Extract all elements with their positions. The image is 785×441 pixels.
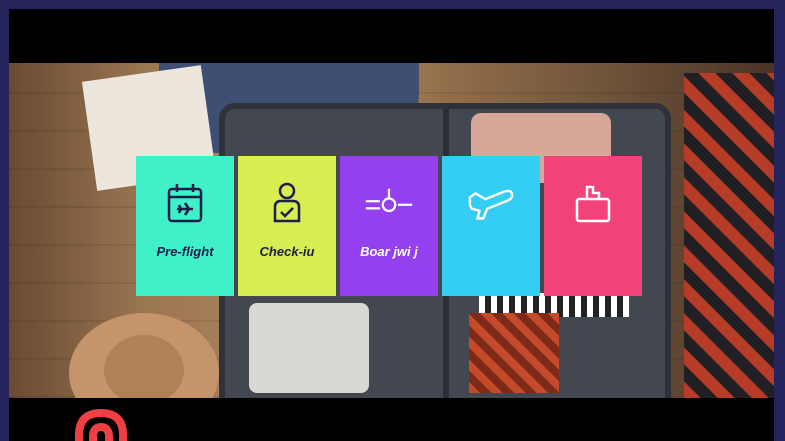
step-card-flight[interactable]: [442, 156, 540, 296]
plane-front-icon: [364, 178, 414, 228]
step-label: Check-iu: [259, 244, 315, 259]
step-card-check-in[interactable]: Check-iu: [238, 156, 336, 296]
white-clothes: [249, 303, 369, 393]
video-frame: Pre-flight Check-iu Boar jwi j: [9, 9, 774, 441]
step-card-baggage[interactable]: [544, 156, 642, 296]
step-card-pre-flight[interactable]: Pre-flight: [136, 156, 234, 296]
journey-steps: Pre-flight Check-iu Boar jwi j: [136, 156, 642, 296]
step-card-boarding[interactable]: Boar jwi j: [340, 156, 438, 296]
straw-hat-crown: [104, 335, 184, 398]
brand-logo: [71, 405, 131, 441]
step-label: Boar jwi j: [360, 244, 418, 259]
step-label: Pre-flight: [156, 244, 214, 259]
person-check-icon: [262, 178, 312, 228]
rug: [684, 73, 774, 398]
bag-icon: [568, 178, 618, 228]
plane-icon: [466, 178, 516, 228]
plaid-clothes: [469, 313, 559, 393]
calendar-plane-icon: [160, 178, 210, 228]
